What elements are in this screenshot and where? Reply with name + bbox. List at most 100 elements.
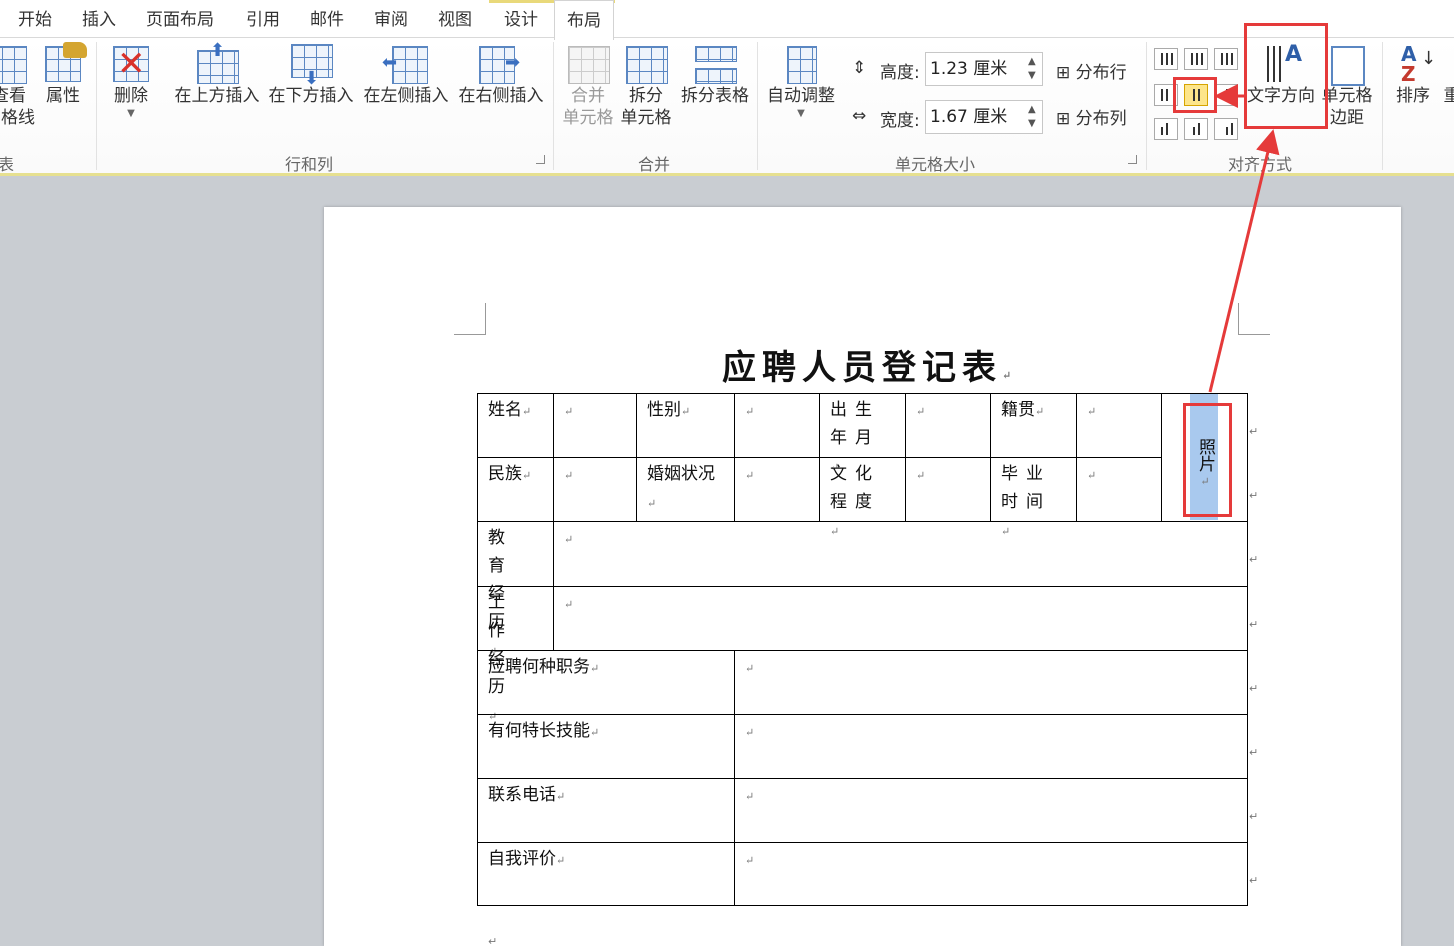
- align-bottom-center-button[interactable]: [1184, 118, 1208, 140]
- table-cell[interactable]: ↵: [905, 393, 991, 458]
- ribbon-tab-bar: 开始 插入 页面布局 引用 邮件 审阅 视图 设计 布局: [0, 0, 1454, 40]
- tab-home[interactable]: 开始: [16, 0, 54, 38]
- table-cell[interactable]: 姓名↵: [477, 393, 554, 458]
- group-label-alignment: 对齐方式: [1228, 155, 1293, 174]
- annotation-box-text-direction: [1244, 23, 1328, 129]
- table-cell[interactable]: ↵: [734, 457, 820, 522]
- insert-below-icon: ⬇: [291, 42, 333, 89]
- end-of-row-mark: ↵: [1249, 682, 1259, 695]
- split-cells-icon: [626, 42, 668, 84]
- merge-cells-button[interactable]: 合并 单元格: [560, 42, 616, 130]
- end-of-row-mark: ↵: [1249, 553, 1259, 566]
- annotation-box-photo: [1183, 403, 1232, 517]
- tab-insert[interactable]: 插入: [80, 0, 118, 38]
- merge-cells-icon: [568, 42, 610, 84]
- end-of-row-mark: ↵: [1249, 810, 1259, 823]
- distribute-rows-button[interactable]: ⊞ 分布行: [1056, 58, 1127, 83]
- table-cell[interactable]: 自我评价↵: [477, 842, 735, 906]
- tab-mailings[interactable]: 邮件: [308, 0, 346, 38]
- repeat-header-button[interactable]: 重: [1442, 42, 1454, 108]
- table-cell[interactable]: ↵: [734, 714, 1248, 779]
- autofit-icon: [781, 42, 821, 84]
- table-cell[interactable]: 文化程度↵: [819, 457, 906, 538]
- paragraph-mark: ↵: [488, 935, 498, 946]
- table-cell[interactable]: 有何特长技能↵: [477, 714, 735, 779]
- end-of-row-mark: ↵: [1249, 618, 1259, 631]
- tab-page-layout[interactable]: 页面布局: [144, 0, 216, 38]
- sort-az-icon: A Z ↓: [1401, 42, 1437, 86]
- cell-margins-icon: [1327, 42, 1367, 86]
- table-cell[interactable]: ↵: [734, 393, 820, 458]
- split-table-button[interactable]: 拆分表格: [678, 42, 752, 108]
- tab-view[interactable]: 视图: [436, 0, 474, 38]
- delete-button[interactable]: ✕ 删除 ▼: [106, 42, 156, 126]
- table-cell[interactable]: 教育经历↵: [477, 521, 554, 658]
- sort-button[interactable]: A Z ↓ 排序: [1390, 42, 1436, 108]
- margin-corner-mark: [454, 303, 486, 335]
- table-cell[interactable]: 应聘何种职务↵: [477, 650, 735, 715]
- properties-icon: [43, 42, 87, 84]
- table-cell[interactable]: ↵: [553, 457, 637, 522]
- height-label: 高度:: [880, 63, 920, 83]
- insert-above-button[interactable]: ⬆ 在上方插入: [170, 40, 264, 108]
- tab-references[interactable]: 引用: [244, 0, 282, 38]
- document-title[interactable]: 应聘人员登记表↵: [722, 340, 1017, 389]
- align-top-center-button[interactable]: [1184, 48, 1208, 70]
- table-cell[interactable]: 联系电话↵: [477, 778, 735, 843]
- align-bottom-left-button[interactable]: [1154, 118, 1178, 140]
- margin-corner-mark: [1238, 303, 1270, 335]
- spinner-arrows-icon[interactable]: ▲ ▼: [1028, 55, 1038, 83]
- distribute-cols-button[interactable]: ⊞ 分布列: [1056, 104, 1127, 129]
- insert-right-button[interactable]: ➡ 在右侧插入: [454, 42, 548, 108]
- table-cell[interactable]: 出生年月↵: [819, 393, 906, 474]
- tab-design[interactable]: 设计: [502, 0, 540, 38]
- table-cell[interactable]: ↵: [734, 778, 1248, 843]
- insert-below-button[interactable]: ⬇ 在下方插入: [264, 42, 358, 108]
- table-cell[interactable]: ↵: [553, 586, 1248, 651]
- table-cell[interactable]: ↵: [553, 521, 1248, 587]
- insert-right-icon: ➡: [479, 42, 521, 84]
- align-top-right-button[interactable]: [1214, 48, 1238, 70]
- group-label-rows-cols: 行和列: [285, 155, 334, 174]
- table-cell[interactable]: ↵: [734, 650, 1248, 715]
- delete-table-icon: ✕: [111, 42, 151, 84]
- tab-layout[interactable]: 布局: [554, 0, 614, 40]
- height-spinner[interactable]: 1.23 厘米 ▲ ▼: [925, 52, 1043, 86]
- table-cell[interactable]: ↵: [1076, 393, 1162, 458]
- table-cell[interactable]: ↵: [905, 457, 991, 522]
- table-cell[interactable]: ↵: [553, 393, 637, 458]
- align-bottom-right-button[interactable]: [1214, 118, 1238, 140]
- align-middle-right-button[interactable]: [1214, 84, 1238, 106]
- table-cell[interactable]: 毕业时间↵: [990, 457, 1077, 538]
- insert-left-button[interactable]: ⬅ 在左侧插入: [359, 42, 453, 108]
- split-table-icon: [695, 42, 737, 84]
- rows-cols-launcher-icon[interactable]: [536, 155, 545, 164]
- width-spinner[interactable]: 1.67 厘米 ▲ ▼: [925, 100, 1043, 134]
- table-cell[interactable]: 籍贯↵: [990, 393, 1077, 458]
- end-of-row-mark: ↵: [1249, 874, 1259, 887]
- group-label-merge: 合并: [638, 155, 671, 174]
- gridlines-icon: [0, 42, 29, 84]
- autofit-button[interactable]: 自动调整 ▼: [763, 42, 839, 126]
- table-cell[interactable]: 婚姻状况↵: [636, 457, 735, 522]
- align-top-left-button[interactable]: [1154, 48, 1178, 70]
- split-cells-button[interactable]: 拆分 单元格: [618, 42, 674, 130]
- tab-review[interactable]: 审阅: [372, 0, 410, 38]
- table-cell[interactable]: ↵: [734, 842, 1248, 906]
- properties-button[interactable]: 属性: [38, 42, 88, 108]
- table-cell[interactable]: 民族↵: [477, 457, 554, 522]
- annotation-box-align-center: [1173, 77, 1217, 113]
- distribute-cols-icon: ⊞: [1056, 109, 1071, 129]
- ribbon: 查看 网格线 属性 表 ✕ 删除 ▼ ⬆ 在上方插入 ⬇ 在下方插入: [0, 38, 1454, 176]
- view-gridlines-button[interactable]: 查看 网格线: [0, 42, 35, 130]
- row-height-icon: ⇕: [852, 58, 867, 78]
- cell-size-launcher-icon[interactable]: [1128, 155, 1137, 164]
- table-cell[interactable]: 性别↵: [636, 393, 735, 458]
- width-label: 宽度:: [880, 111, 920, 131]
- table-cell[interactable]: ↵: [1076, 457, 1162, 522]
- end-of-row-mark: ↵: [1249, 425, 1259, 438]
- insert-above-icon: ⬆: [197, 40, 239, 84]
- spinner-arrows-icon[interactable]: ▲ ▼: [1028, 103, 1038, 131]
- column-width-icon: ⇔: [852, 106, 867, 126]
- table-cell[interactable]: 工作经历↵: [477, 586, 554, 723]
